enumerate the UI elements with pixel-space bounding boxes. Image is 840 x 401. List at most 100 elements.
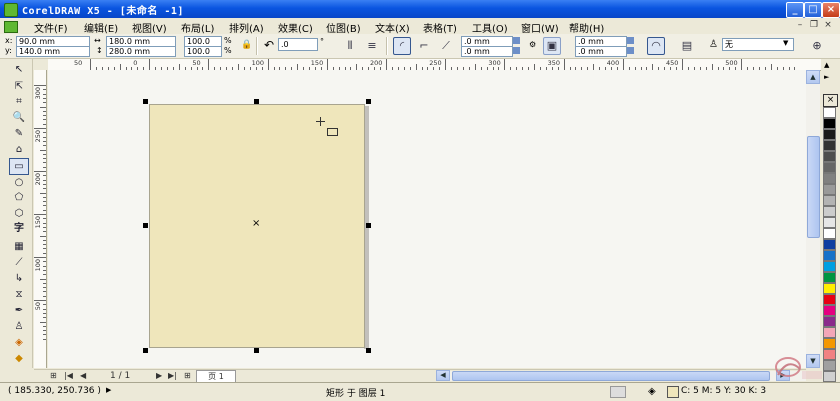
selection-handle[interactable] <box>366 348 371 353</box>
convert-to-curves-icon[interactable]: ⊕ <box>808 37 826 55</box>
horizontal-scrollbar[interactable]: ◀ ▶ <box>436 370 806 381</box>
menu-table[interactable]: 表格(T) <box>423 20 457 35</box>
color-swatch[interactable] <box>823 118 836 129</box>
polygon-tool-icon[interactable]: ⬠ <box>10 190 28 205</box>
corner-lock-icon[interactable]: ⚙ <box>529 40 536 49</box>
mirror-vertical-icon[interactable]: ≡ <box>363 37 381 55</box>
menu-file[interactable]: 文件(F) <box>34 20 68 35</box>
relative-corner-icon[interactable]: ◠ <box>647 37 665 55</box>
ruler-corner[interactable] <box>34 59 48 70</box>
doc-restore-button[interactable]: ❐ <box>808 20 820 31</box>
chamfer-corner-icon[interactable]: ⟋ <box>437 37 455 55</box>
menu-layout[interactable]: 布局(L) <box>181 20 214 35</box>
close-button[interactable]: × <box>822 2 840 18</box>
document-icon[interactable] <box>4 21 18 33</box>
corner-radius-2[interactable]: .0 mm <box>461 46 513 57</box>
rectangle-tool-icon[interactable]: ▭ <box>9 158 29 175</box>
color-swatch[interactable] <box>823 250 836 261</box>
menu-window[interactable]: 窗口(W) <box>521 20 559 35</box>
round-corner-icon[interactable]: ◜ <box>393 37 411 55</box>
freehand-tool-icon[interactable]: ✎ <box>10 126 28 141</box>
color-swatch[interactable] <box>823 371 836 382</box>
wrap-paragraph-icon[interactable]: ▤ <box>678 37 696 55</box>
vertical-ruler[interactable]: 300 250 200 150 100 50 <box>34 70 47 368</box>
lock-ratio-icon[interactable]: 🔒 <box>241 40 252 50</box>
connector-tool-icon[interactable]: ↳ <box>10 271 28 286</box>
prev-page-icon[interactable]: ◀ <box>80 371 86 380</box>
palette-up-arrow[interactable]: ▲ <box>824 61 829 69</box>
color-swatch[interactable] <box>823 173 836 184</box>
y-position-field[interactable]: 140.0 mm <box>16 46 90 57</box>
color-swatch[interactable] <box>823 206 836 217</box>
status-doc-icon[interactable] <box>610 386 626 398</box>
chevron-down-icon[interactable]: ▼ <box>783 39 788 47</box>
spin-up-icon-2[interactable] <box>627 37 634 44</box>
color-swatch[interactable] <box>823 129 836 140</box>
color-swatch[interactable] <box>823 338 836 349</box>
color-swatch[interactable] <box>823 305 836 316</box>
status-arrow-icon[interactable]: ▶ <box>106 386 111 394</box>
drawing-canvas[interactable]: × <box>48 70 806 368</box>
no-color-swatch[interactable]: × <box>823 94 838 107</box>
scroll-left-arrow[interactable]: ◀ <box>436 370 450 381</box>
interactive-fill-icon[interactable]: ◆ <box>10 351 28 366</box>
color-swatch[interactable] <box>823 239 836 250</box>
doc-minimize-button[interactable]: – <box>794 20 806 31</box>
scroll-up-arrow[interactable]: ▲ <box>806 70 820 84</box>
color-swatch[interactable] <box>823 272 836 283</box>
color-swatch[interactable] <box>823 327 836 338</box>
menu-help[interactable]: 帮助(H) <box>569 20 604 35</box>
menu-view[interactable]: 视图(V) <box>132 20 167 35</box>
text-tool-icon[interactable]: 字 <box>10 221 28 236</box>
selection-handle[interactable] <box>143 348 148 353</box>
vertical-scroll-thumb[interactable] <box>807 136 820 238</box>
table-tool-icon[interactable]: ▦ <box>10 239 28 254</box>
crop-tool-icon[interactable]: ⌗ <box>10 94 28 109</box>
first-page-icon[interactable]: |◀ <box>64 371 73 380</box>
color-swatch[interactable] <box>823 140 836 151</box>
dimension-tool-icon[interactable]: ⟋ <box>10 255 28 270</box>
selection-handle[interactable] <box>143 223 148 228</box>
selection-handle[interactable] <box>254 348 259 353</box>
menu-text[interactable]: 文本(X) <box>375 20 410 35</box>
color-swatch[interactable] <box>823 162 836 173</box>
color-swatch[interactable] <box>823 283 836 294</box>
pick-tool-icon[interactable]: ↖ <box>10 62 28 77</box>
selection-handle[interactable] <box>366 223 371 228</box>
scale-corners-icon[interactable]: ▣ <box>543 37 561 55</box>
horizontal-scroll-thumb[interactable] <box>452 371 770 381</box>
last-page-icon[interactable]: ▶| <box>168 371 177 380</box>
color-swatch[interactable] <box>823 184 836 195</box>
color-swatch[interactable] <box>823 261 836 272</box>
center-marker-icon[interactable]: × <box>252 219 260 229</box>
zoom-tool-icon[interactable]: 🔍 <box>10 110 28 125</box>
color-swatch[interactable] <box>823 316 836 327</box>
color-swatch[interactable] <box>823 195 836 206</box>
color-swatch[interactable] <box>823 228 836 239</box>
color-swatch[interactable] <box>823 360 836 371</box>
smart-fill-icon[interactable]: ⌂ <box>10 142 28 157</box>
basic-shapes-icon[interactable]: ⬡ <box>10 206 28 221</box>
rotation-field[interactable]: .0 <box>278 38 318 51</box>
add-page-after-icon[interactable]: ⊞ <box>184 371 191 380</box>
color-swatch[interactable] <box>823 294 836 305</box>
menu-arrange[interactable]: 排列(A) <box>229 20 264 35</box>
color-swatch[interactable] <box>823 349 836 360</box>
mirror-horizontal-icon[interactable]: ⫴ <box>341 37 359 55</box>
selection-handle[interactable] <box>254 99 259 104</box>
vertical-scrollbar[interactable]: ▲ ▼ <box>806 70 820 368</box>
next-page-icon[interactable]: ▶ <box>156 371 162 380</box>
blend-tool-icon[interactable]: ⧖ <box>10 287 28 302</box>
doc-close-button[interactable]: × <box>822 20 834 31</box>
color-swatch[interactable] <box>823 107 836 118</box>
menu-tools[interactable]: 工具(O) <box>472 20 508 35</box>
menu-edit[interactable]: 编辑(E) <box>84 20 118 35</box>
ellipse-tool-icon[interactable]: ○ <box>10 175 28 190</box>
spin-down-icon-2[interactable] <box>627 47 634 54</box>
scallop-corner-icon[interactable]: ⌐ <box>415 37 433 55</box>
corner-radius-4[interactable]: .0 mm <box>575 46 627 57</box>
selection-handle[interactable] <box>366 99 371 104</box>
spin-down-icon[interactable] <box>513 47 520 54</box>
maximize-button[interactable]: □ <box>804 2 822 18</box>
eyedropper-icon[interactable]: ✒ <box>10 303 28 318</box>
